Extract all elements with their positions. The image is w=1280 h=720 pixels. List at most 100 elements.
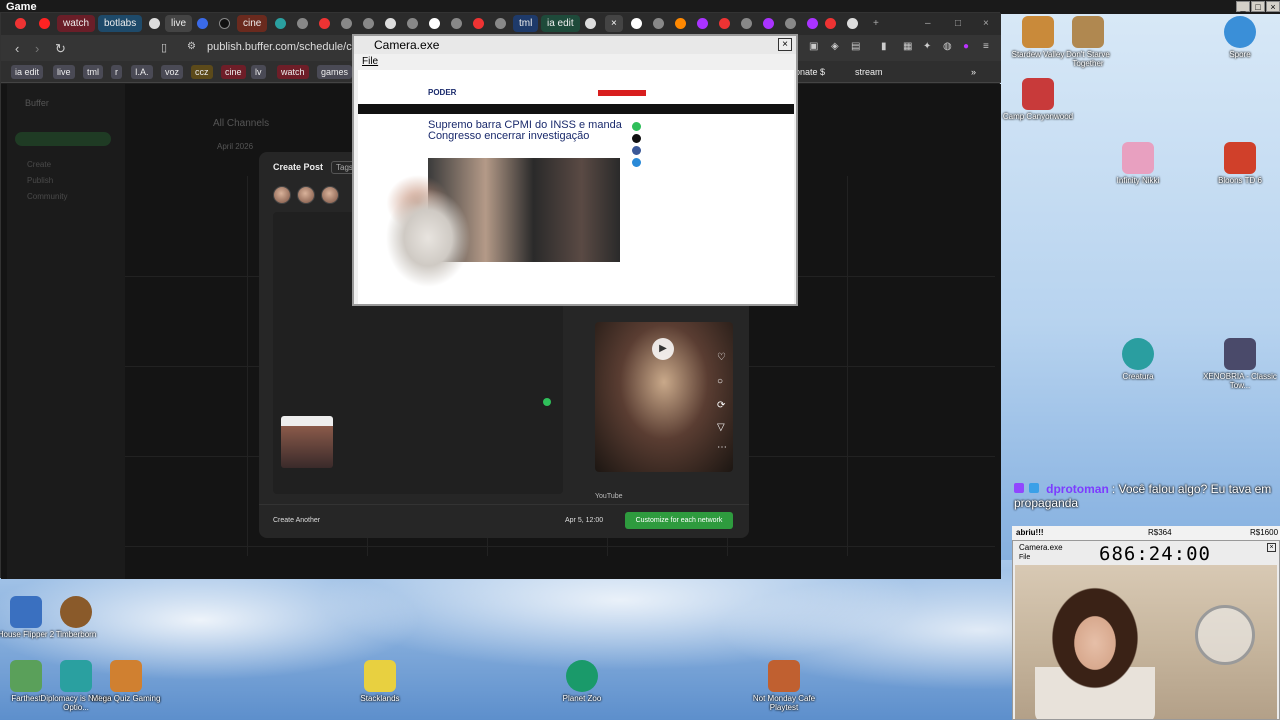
create-another-checkbox[interactable]: Create Another [273, 517, 320, 524]
tab-botlabs[interactable]: botlabs [98, 15, 143, 32]
donation-goal: R$1600 [1250, 528, 1279, 537]
tab-icon[interactable] [363, 18, 374, 29]
active-tab-close-icon[interactable]: × [605, 15, 623, 32]
window-minimize-icon[interactable]: – [919, 15, 937, 32]
bookmark-icon[interactable]: ▯ [161, 41, 167, 54]
channel-avatar[interactable] [321, 186, 339, 204]
desktop-icon-timberborn[interactable]: Timberborn [38, 596, 114, 639]
tab-ia-edit[interactable]: ia edit [541, 15, 580, 32]
sidebar-item-community[interactable]: Community [27, 192, 67, 201]
tab-icon[interactable] [847, 18, 858, 29]
tab-icon[interactable] [319, 18, 330, 29]
tab-icon[interactable] [407, 18, 418, 29]
tab-icon[interactable] [495, 18, 506, 29]
bookmark-ccz[interactable]: ccz [191, 65, 213, 79]
camera2-menu-file[interactable]: File [1019, 554, 1030, 561]
menu-icon[interactable]: ≡ [983, 41, 989, 52]
bookmark-ia[interactable]: I.A. [131, 65, 153, 79]
tab-icon[interactable] [585, 18, 596, 29]
tab-icon[interactable] [473, 18, 484, 29]
desktop-icon-planet-zoo[interactable]: Planet Zoo [544, 660, 620, 703]
bookmark-voz[interactable]: voz [161, 65, 184, 79]
desktop-icon-xenobria[interactable]: XENOBRIA - Classic Tow... [1202, 338, 1278, 390]
tab-icon[interactable] [451, 18, 462, 29]
tab-icon[interactable] [385, 18, 396, 29]
tab-icon[interactable] [429, 18, 440, 29]
shield-icon[interactable]: ◍ [943, 41, 952, 52]
profile-icon[interactable]: ● [963, 41, 969, 52]
desktop-icon-creatura[interactable]: Creatura [1100, 338, 1176, 381]
desktop-icon-camp-canyonwood[interactable]: Camp Canyonwood [1000, 78, 1076, 121]
tab-cine[interactable]: cine [237, 15, 268, 32]
close-icon[interactable]: × [1266, 1, 1280, 12]
video-preview[interactable]: ▶ ♡ ○ ⟳ ▽ ⋯ [595, 322, 733, 472]
camera2-close-icon[interactable]: × [1267, 543, 1276, 552]
maximize-icon[interactable]: □ [1251, 1, 1265, 12]
bookmark-stream[interactable]: stream [851, 65, 887, 79]
window-maximize-icon[interactable]: □ [949, 15, 967, 32]
reload-icon[interactable]: ↻ [55, 41, 66, 57]
channel-avatar[interactable] [273, 186, 291, 204]
buffer-tab-icon[interactable] [631, 18, 642, 29]
bookmark-live[interactable]: live [53, 65, 75, 79]
tab-watch[interactable]: watch [57, 15, 96, 32]
sidebar-icon[interactable]: ▮ [881, 41, 887, 52]
video-thumbnail[interactable] [281, 416, 333, 468]
customize-button[interactable]: Customize for each network [625, 512, 733, 529]
tab-icon[interactable] [763, 18, 774, 29]
tab-live[interactable]: live [165, 15, 193, 32]
desktop-icon-spore[interactable]: Spore [1202, 16, 1278, 59]
desktop-icon-dont-starve[interactable]: Don't Starve Together [1050, 16, 1126, 68]
desktop-icon-not-monday-cafe[interactable]: Not Monday Cafe Playtest [746, 660, 822, 712]
tab-icon[interactable] [297, 18, 308, 29]
tab-tml[interactable]: tml [513, 15, 539, 32]
bookmark-r[interactable]: r [111, 65, 122, 79]
tab-icon[interactable] [741, 18, 752, 29]
news-nav [358, 104, 794, 114]
tab-icon[interactable] [149, 18, 160, 29]
tab-icon[interactable] [785, 18, 796, 29]
back-icon[interactable]: ‹ [15, 41, 19, 56]
bookmark-tml[interactable]: tml [83, 65, 103, 79]
play-icon[interactable]: ▶ [652, 338, 674, 360]
tab-icon[interactable] [675, 18, 686, 29]
extension-icon[interactable]: ▤ [851, 41, 860, 52]
tab-icon[interactable] [15, 18, 26, 29]
extension-icon[interactable]: ▣ [809, 41, 818, 52]
new-tab-icon[interactable]: + [867, 15, 885, 32]
youtube-icon[interactable] [39, 18, 50, 29]
camera-menu-file[interactable]: File [362, 56, 378, 67]
tab-icon[interactable] [341, 18, 352, 29]
channel-avatar[interactable] [297, 186, 315, 204]
desktop-icon-mega-quiz[interactable]: Mega Quiz Gaming [88, 660, 164, 703]
bookmark-games[interactable]: games [317, 65, 353, 79]
tiktok-icon[interactable] [219, 18, 230, 29]
bookmark-lv[interactable]: lv [251, 65, 266, 79]
tab-icon[interactable] [197, 18, 208, 29]
minimize-icon[interactable]: _ [1236, 1, 1250, 12]
tab-icon[interactable] [825, 18, 836, 29]
forward-icon[interactable]: › [35, 41, 39, 56]
desktop-icon-bloons[interactable]: Bloons TD 6 [1202, 142, 1278, 185]
desktop-icon-infinity-nikki[interactable]: Infinity Nikki [1100, 142, 1176, 185]
tab-icon[interactable] [697, 18, 708, 29]
new-post-button[interactable] [15, 132, 111, 146]
bookmark-ia-edit[interactable]: ia edit [11, 65, 44, 79]
tab-icon[interactable] [719, 18, 730, 29]
bookmark-cine[interactable]: cine [221, 65, 246, 79]
tab-icon[interactable] [653, 18, 664, 29]
bookmark-watch[interactable]: watch [277, 65, 309, 79]
schedule-date[interactable]: Apr 5, 12:00 [565, 517, 603, 524]
site-info-icon[interactable]: ⚙ [187, 41, 196, 52]
tab-icon[interactable] [275, 18, 286, 29]
extension-icon[interactable]: ▦ [903, 41, 912, 52]
extension-icon[interactable]: ✦ [923, 41, 931, 52]
desktop-icon-stacklands[interactable]: Stacklands [342, 660, 418, 703]
extension-icon[interactable]: ◈ [831, 41, 839, 52]
window-close-icon[interactable]: × [977, 15, 995, 32]
tab-icon[interactable] [807, 18, 818, 29]
more-bookmarks-icon[interactable]: » [967, 65, 980, 79]
camera-close-icon[interactable]: × [778, 38, 792, 51]
sidebar-item-create[interactable]: Create [27, 160, 51, 169]
sidebar-item-publish[interactable]: Publish [27, 176, 53, 185]
